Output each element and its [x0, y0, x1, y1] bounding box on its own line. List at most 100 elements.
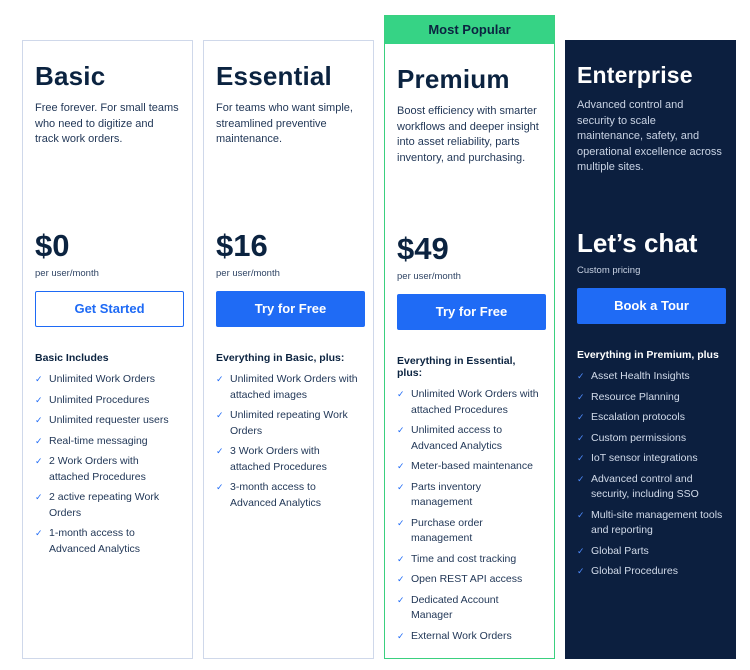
plan-price: Let’s chat [577, 228, 698, 258]
checkmark-icon: ✓ [397, 461, 405, 471]
feature-text: 3 Work Orders with attached Procedures [230, 445, 327, 473]
checkmark-icon: ✓ [397, 594, 405, 605]
plan-description: Advanced control and security to scale m… [577, 99, 722, 173]
feature-text: Parts inventory management [411, 480, 482, 509]
feature-item: ✓ 2 active repeating Work Orders [35, 490, 180, 521]
feature-item: ✓ Unlimited Work Orders with attached ima… [216, 372, 361, 403]
feature-item: ✓ IoT sensor integrations [577, 451, 724, 467]
feature-item: ✓ Unlimited Procedures [35, 393, 180, 409]
try-for-free-button[interactable]: Try for Free [216, 291, 365, 327]
feature-text: 3-month access to Advanced Analytics [230, 481, 322, 509]
checkmark-icon: ✓ [577, 509, 585, 520]
feature-text: Unlimited Work Orders [49, 373, 155, 385]
feature-item: ✓ 3 Work Orders with attached Procedures [216, 444, 361, 475]
price-note: per user/month [35, 268, 99, 279]
checkmark-icon: ✓ [397, 517, 405, 528]
most-popular-badge: Most Popular [385, 16, 554, 44]
feature-text: Unlimited Work Orders with attached imag… [230, 373, 358, 401]
feature-text: Advanced control and security, including… [591, 472, 699, 501]
checkmark-icon: ✓ [577, 473, 585, 484]
feature-text: Purchase order management [411, 516, 483, 545]
feature-item: ✓ Meter-based maintenance [397, 459, 542, 475]
get-started-button[interactable]: Get Started [35, 291, 184, 327]
feature-text: External Work Orders [411, 629, 512, 642]
checkmark-icon: ✓ [577, 371, 585, 381]
feature-item: ✓ 1-month access to Advanced Analytics [35, 526, 180, 557]
plan-price: $0 [35, 228, 70, 263]
feature-list: ✓ Asset Health Insights ✓ Resource Planning… [577, 369, 724, 580]
checkmark-icon: ✓ [397, 425, 405, 435]
pricing-plans: Basic Free forever. For small teams who … [0, 0, 750, 670]
feature-item: ✓ Custom permissions [577, 431, 724, 447]
feature-item: ✓ Multi-site management tools and reporti… [577, 508, 724, 539]
checkmark-icon: ✓ [216, 410, 224, 420]
includes-heading: Everything in Premium, plus [577, 349, 719, 361]
price-note: per user/month [397, 271, 461, 282]
includes-heading: Everything in Basic, plus: [216, 352, 345, 364]
feature-item: ✓ Purchase order management [397, 516, 542, 547]
plan-price: $49 [397, 231, 449, 266]
plan-card-essential: Essential For teams who want simple, str… [203, 40, 374, 659]
checkmark-icon: ✓ [577, 545, 585, 556]
try-for-free-button[interactable]: Try for Free [397, 294, 546, 330]
feature-list: ✓ Unlimited Work Orders with attached Pro… [397, 387, 542, 644]
checkmark-icon: ✓ [397, 553, 405, 564]
checkmark-icon: ✓ [35, 374, 43, 384]
checkmark-icon: ✓ [35, 492, 43, 502]
plan-card-enterprise: Enterprise Advanced control and security… [565, 40, 736, 659]
checkmark-icon: ✓ [577, 566, 585, 576]
checkmark-icon: ✓ [577, 432, 585, 443]
checkmark-icon: ✓ [577, 453, 585, 463]
plan-name: Basic [35, 61, 106, 91]
price-note: Custom pricing [577, 265, 641, 276]
checkmark-icon: ✓ [216, 374, 224, 384]
feature-text: Dedicated Account Manager [411, 593, 499, 622]
checkmark-icon: ✓ [216, 446, 224, 456]
feature-text: Escalation protocols [591, 411, 685, 423]
feature-item: ✓ Unlimited repeating Work Orders [216, 408, 361, 439]
includes-heading: Everything in Essential, plus: [397, 355, 516, 379]
book-a-tour-button[interactable]: Book a Tour [577, 288, 726, 324]
feature-text: Global Procedures [591, 565, 678, 577]
checkmark-icon: ✓ [35, 415, 43, 425]
feature-item: ✓ Parts inventory management [397, 480, 542, 511]
checkmark-icon: ✓ [397, 574, 405, 584]
feature-item: ✓ Dedicated Account Manager [397, 593, 542, 624]
feature-item: ✓ Resource Planning [577, 390, 724, 406]
checkmark-icon: ✓ [397, 389, 405, 399]
feature-text: Unlimited Procedures [49, 393, 150, 406]
feature-item: ✓ Global Procedures [577, 564, 724, 580]
feature-text: Unlimited requester users [49, 414, 169, 426]
checkmark-icon: ✓ [577, 391, 585, 402]
feature-item: ✓ Escalation protocols [577, 410, 724, 426]
feature-item: ✓ 3-month access to Advanced Analytics [216, 480, 361, 511]
feature-item: ✓ Unlimited access to Advanced Analytics [397, 423, 542, 454]
feature-item: ✓ 2 Work Orders with attached Procedures [35, 454, 180, 485]
feature-text: Open REST API access [411, 573, 523, 585]
plan-card-premium: Most Popular Premium Boost efficiency wi… [384, 15, 555, 659]
feature-text: 2 active repeating Work Orders [49, 491, 160, 519]
feature-text: IoT sensor integrations [591, 452, 698, 464]
feature-text: 1-month access to Advanced Analytics [49, 527, 141, 555]
feature-item: ✓ Unlimited Work Orders with attached Pro… [397, 387, 542, 418]
checkmark-icon: ✓ [35, 528, 43, 538]
feature-list: ✓ Unlimited Work Orders ✓ Unlimited Procedu… [35, 372, 180, 557]
feature-text: Multi-site management tools and reportin… [591, 508, 723, 537]
feature-item: ✓ Asset Health Insights [577, 369, 724, 385]
feature-text: Time and cost tracking [411, 552, 517, 565]
plan-name: Premium [397, 64, 510, 94]
feature-text: Unlimited repeating Work Orders [230, 409, 348, 437]
feature-item: ✓ Real-time messaging [35, 434, 180, 450]
feature-text: 2 Work Orders with attached Procedures [49, 455, 146, 483]
checkmark-icon: ✓ [35, 435, 43, 446]
feature-item: ✓ Global Parts [577, 544, 724, 560]
checkmark-icon: ✓ [577, 412, 585, 422]
feature-text: Asset Health Insights [591, 370, 690, 382]
plan-description: For teams who want simple, streamlined p… [216, 102, 353, 145]
feature-text: Meter-based maintenance [411, 460, 533, 472]
plan-card-basic: Basic Free forever. For small teams who … [22, 40, 193, 659]
checkmark-icon: ✓ [35, 456, 43, 466]
feature-item: ✓ Advanced control and security, includin… [577, 472, 724, 503]
plan-price: $16 [216, 228, 268, 263]
feature-text: Unlimited access to Advanced Analytics [411, 424, 503, 452]
